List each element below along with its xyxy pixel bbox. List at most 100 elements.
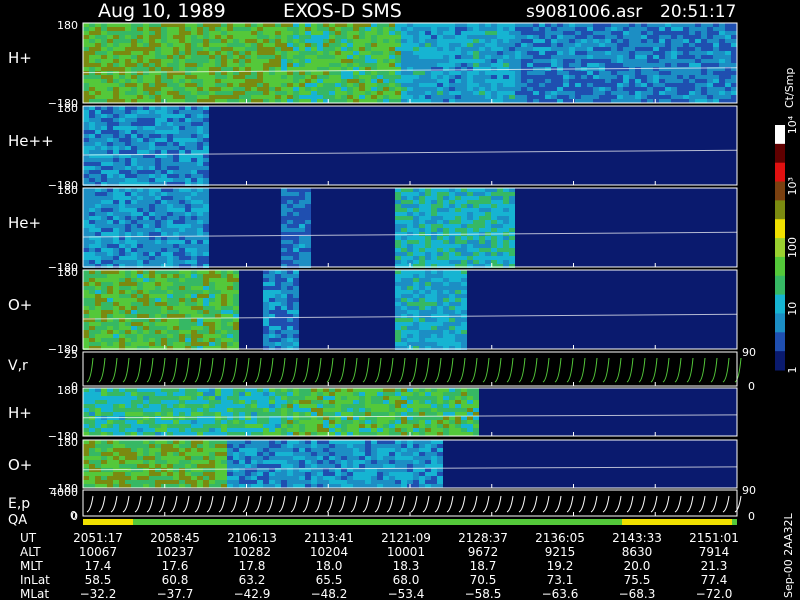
heatmap-cell	[299, 188, 305, 192]
heatmap-cell	[401, 87, 407, 91]
heatmap-cell	[107, 59, 113, 63]
heatmap-cell	[479, 31, 485, 35]
heatmap-cell	[293, 302, 299, 306]
heatmap-cell	[227, 43, 233, 47]
heatmap-cell	[131, 162, 137, 166]
heatmap-cell	[179, 51, 185, 55]
heatmap-cell	[209, 35, 215, 39]
heatmap-cell	[95, 146, 101, 150]
heatmap-cell	[449, 212, 455, 216]
heatmap-cell	[131, 59, 137, 63]
heatmap-cell	[149, 23, 155, 27]
heatmap-cell	[245, 63, 251, 67]
heatmap-cell	[125, 342, 131, 346]
heatmap-cell	[419, 232, 425, 236]
heatmap-cell	[485, 260, 491, 264]
heatmap-cell	[653, 79, 659, 83]
heatmap-cell	[203, 322, 209, 326]
heatmap-cell	[275, 342, 281, 346]
heatmap-cell	[131, 174, 137, 178]
heatmap-cell	[101, 83, 107, 87]
heatmap-cell	[617, 75, 623, 79]
heatmap-cell	[95, 192, 101, 196]
heatmap-cell	[161, 302, 167, 306]
heatmap-cell	[245, 95, 251, 99]
tick-label: 180	[57, 266, 78, 279]
heatmap-cell	[413, 286, 419, 290]
heatmap-cell	[299, 212, 305, 216]
heatmap-cell	[413, 55, 419, 59]
heatmap-cell	[191, 224, 197, 228]
heatmap-cell	[197, 286, 203, 290]
heatmap-cell	[467, 91, 473, 95]
heatmap-cell	[89, 270, 95, 274]
heatmap-cell	[575, 35, 581, 39]
heatmap-cell	[245, 83, 251, 87]
heatmap-cell	[83, 244, 89, 248]
heatmap-cell	[491, 200, 497, 204]
heatmap-cell	[395, 252, 401, 256]
heatmap-cell	[515, 23, 521, 27]
heatmap-cell	[101, 338, 107, 342]
heatmap-cell	[125, 306, 131, 310]
heatmap-cell	[455, 59, 461, 63]
heatmap-cell	[281, 412, 287, 416]
heatmap-cell	[83, 294, 89, 298]
heatmap-cell	[113, 334, 119, 338]
heatmap-cell	[323, 59, 329, 63]
heatmap-cell	[125, 188, 131, 192]
heatmap-cell	[731, 91, 737, 95]
heatmap-cell	[671, 71, 677, 75]
heatmap-cell	[707, 39, 713, 43]
heatmap-cell	[401, 35, 407, 39]
heatmap-cell	[257, 43, 263, 47]
heatmap-cell	[599, 95, 605, 99]
heatmap-cell	[455, 310, 461, 314]
heatmap-cell	[191, 330, 197, 334]
heatmap-cell	[179, 220, 185, 224]
heatmap-cell	[509, 208, 515, 212]
heatmap-cell	[227, 388, 233, 392]
heatmap-cell	[113, 428, 119, 432]
heatmap-cell	[659, 59, 665, 63]
heatmap-cell	[155, 23, 161, 27]
heatmap-cell	[425, 270, 431, 274]
heatmap-cell	[161, 388, 167, 392]
heatmap-cell	[101, 142, 107, 146]
heatmap-cell	[89, 338, 95, 342]
heatmap-cell	[329, 23, 335, 27]
heatmap-cell	[161, 146, 167, 150]
heatmap-cell	[143, 55, 149, 59]
heatmap-cell	[719, 47, 725, 51]
heatmap-cell	[461, 318, 467, 322]
heatmap-cell	[659, 23, 665, 27]
heatmap-cell	[89, 396, 95, 400]
heatmap-cell	[605, 71, 611, 75]
heatmap-cell	[317, 75, 323, 79]
heatmap-cell	[173, 166, 179, 170]
heatmap-cell	[413, 200, 419, 204]
heatmap-cell	[599, 79, 605, 83]
heatmap-cell	[149, 47, 155, 51]
heatmap-cell	[95, 232, 101, 236]
heatmap-cell	[143, 196, 149, 200]
heatmap-cell	[239, 404, 245, 408]
heatmap-cell	[101, 306, 107, 310]
heatmap-cell	[119, 278, 125, 282]
heatmap-cell	[89, 27, 95, 31]
heatmap-cell	[89, 95, 95, 99]
heatmap-cell	[683, 27, 689, 31]
heatmap-cell	[311, 27, 317, 31]
heatmap-cell	[185, 142, 191, 146]
heatmap-cell	[419, 298, 425, 302]
heatmap-cell	[167, 248, 173, 252]
heatmap-cell	[227, 416, 233, 420]
heatmap-cell	[683, 63, 689, 67]
heatmap-cell	[197, 302, 203, 306]
heatmap-cell	[713, 87, 719, 91]
heatmap-cell	[335, 91, 341, 95]
heatmap-cell	[269, 67, 275, 71]
heatmap-cell	[665, 75, 671, 79]
heatmap-cell	[509, 248, 515, 252]
heatmap-cell	[509, 55, 515, 59]
